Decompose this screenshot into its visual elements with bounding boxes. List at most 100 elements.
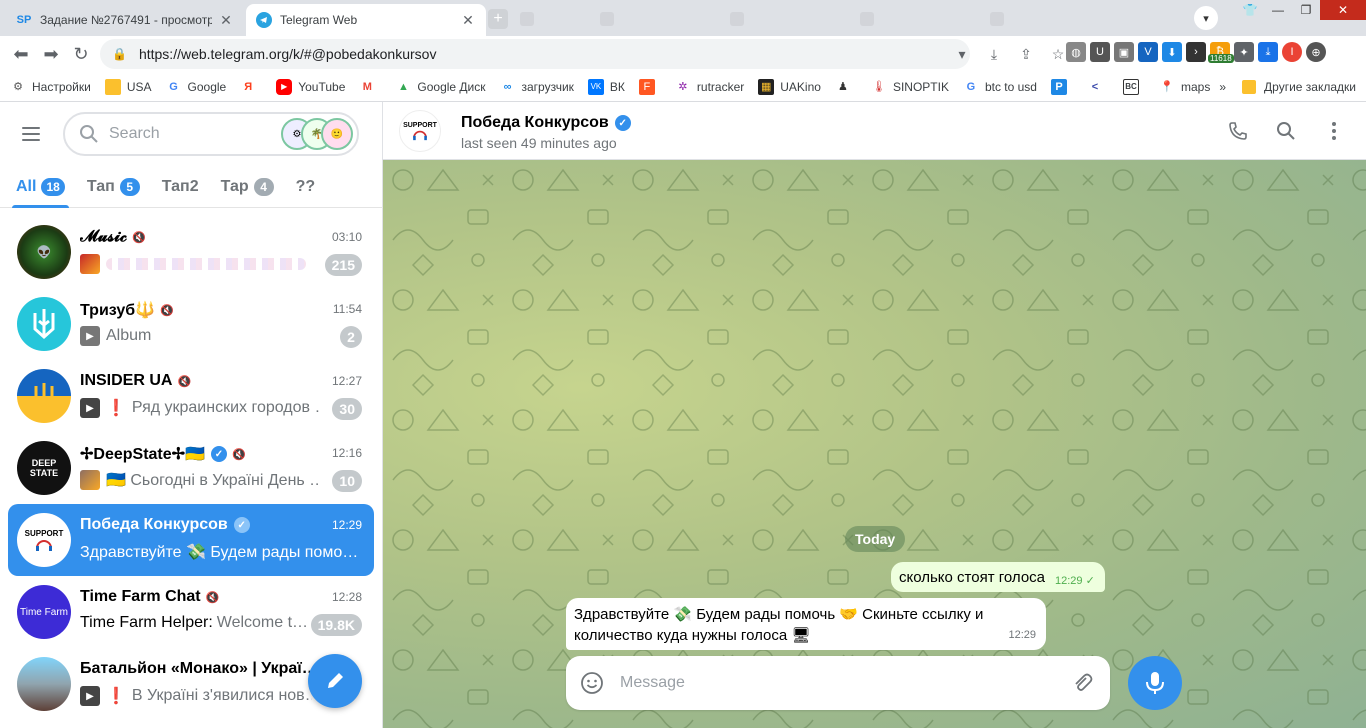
tab-question[interactable]: ??: [296, 166, 316, 208]
stories-avatars[interactable]: ⚙ 🌴 🙂: [281, 118, 353, 150]
bookmark-google[interactable]: G Google: [166, 79, 226, 95]
last-message: В Україні з'явилися нов…: [131, 687, 312, 704]
tab-all[interactable]: All 18: [12, 166, 69, 208]
puzzle-extensions-icon[interactable]: ✦: [1234, 42, 1254, 62]
rutracker-icon: ✲: [678, 81, 688, 93]
tab-telegram[interactable]: Telegram Web ✕: [246, 4, 486, 36]
tab-tap2[interactable]: Тап2: [162, 166, 199, 208]
avatar: DEEP STATE: [17, 441, 71, 495]
more-bookmarks-button[interactable]: »: [1219, 80, 1226, 94]
message-text-line: Здравствуйте 💸 Будем рады помочь 🤝 Скинь…: [574, 606, 984, 623]
message-composer[interactable]: Message: [566, 656, 1110, 710]
verified-icon: ✓: [233, 517, 250, 533]
google-icon: G: [169, 80, 178, 93]
other-bookmarks[interactable]: Другие закладки: [1264, 80, 1356, 94]
shirt-icon[interactable]: 👕: [1236, 0, 1264, 20]
new-message-button[interactable]: [308, 654, 362, 708]
search-icon[interactable]: [1274, 119, 1298, 143]
background-tab[interactable]: [600, 8, 620, 30]
install-icon[interactable]: ⤓: [982, 42, 1006, 66]
forward-button[interactable]: ➡: [36, 39, 66, 69]
tab-tar[interactable]: Тар 4: [221, 166, 274, 208]
chat-item-insider-ua[interactable]: INSIDER UA 🔇 12:27 ▶ ❗ Ряд украинских гор…: [8, 360, 374, 432]
message-input[interactable]: Message: [620, 674, 685, 692]
media-thumbnail: [80, 470, 100, 490]
tab-task[interactable]: SP Задание №2767491 - просмотр з ✕: [6, 4, 244, 36]
background-tab[interactable]: [860, 8, 880, 30]
pencil-icon: [328, 673, 343, 688]
search-input[interactable]: Search ⚙ 🌴 🙂: [63, 112, 359, 156]
close-icon[interactable]: ✕: [218, 12, 234, 28]
background-tab[interactable]: [990, 8, 1010, 30]
incoming-message[interactable]: Здравствуйте 💸 Будем рады помочь 🤝 Скинь…: [566, 598, 1046, 650]
bookmark-bc[interactable]: BC: [1122, 78, 1145, 95]
bookmark-sinoptik[interactable]: 🌡 SINOPTIK: [871, 79, 949, 95]
unread-badge: 2: [340, 326, 362, 348]
address-bar[interactable]: 🔒 https://web.telegram.org/k/#@pobedakon…: [100, 39, 970, 69]
back-button[interactable]: ⬅: [6, 39, 36, 69]
chat-item-pobeda-konkursov[interactable]: SUPPORT Победа Конкурсов ✓ 12:29 Здравств…: [8, 504, 374, 576]
bookmark-f[interactable]: F: [638, 78, 661, 95]
tab-search-chevron-down-icon[interactable]: ▾: [1194, 6, 1218, 30]
tab-tap[interactable]: Тап 5: [87, 166, 140, 208]
downloads-icon[interactable]: ⤓: [1258, 42, 1278, 62]
bookmark-drive[interactable]: ▲ Google Диск: [395, 79, 486, 95]
minimize-button[interactable]: —: [1264, 0, 1292, 20]
restore-button[interactable]: ❐: [1292, 0, 1320, 20]
bookmark-vk[interactable]: VK ВК: [587, 78, 625, 95]
dropdown-icon[interactable]: ▾: [950, 42, 974, 66]
bookmark-arrow[interactable]: <: [1087, 79, 1109, 95]
profile-avatar[interactable]: I: [1282, 42, 1302, 62]
background-tab[interactable]: [520, 8, 540, 30]
chat-header[interactable]: SUPPORT Победа Конкурсов ✓ last seen 49 m…: [383, 102, 1366, 160]
voice-message-button[interactable]: [1128, 656, 1182, 710]
hamburger-menu-icon[interactable]: [22, 122, 50, 146]
arrow-extension-icon[interactable]: ›: [1186, 42, 1206, 62]
microphone-icon: [1146, 672, 1164, 694]
bookmark-uakino[interactable]: ▦ UAKino: [758, 78, 821, 95]
chat-item-tryzub[interactable]: Тризуб🔱 🔇 11:54 ▶ Album 2: [8, 288, 374, 360]
chat-item-deepstate[interactable]: DEEP STATE ✢DeepState✢🇺🇦 ✓ 🔇 12:16 🇺🇦 Сьог…: [8, 432, 374, 504]
background-tab[interactable]: [730, 8, 750, 30]
chat-item-music[interactable]: 👽 𝓜𝓾𝓼𝓲𝓬 🔇 03:10 215: [8, 216, 374, 288]
bookmark-maps[interactable]: 📍 maps: [1159, 79, 1210, 95]
bookmark-downloader[interactable]: ∞ загрузчик: [500, 79, 574, 95]
muted-icon: 🔇: [205, 591, 220, 604]
bookmark-yandex[interactable]: Я: [240, 79, 262, 95]
bookmark-usa[interactable]: USA: [104, 78, 152, 95]
vpn-extension-icon[interactable]: V: [1138, 42, 1158, 62]
emoji-icon[interactable]: [580, 671, 604, 695]
briefcase-extension-icon[interactable]: ▣: [1114, 42, 1134, 62]
bookmark-btc[interactable]: Gbtc to usd: [963, 79, 1037, 95]
bitcoin-extension-icon[interactable]: ₿ 11618: [1208, 42, 1234, 63]
paperclip-icon[interactable]: [1070, 671, 1094, 695]
chat-item-time-farm[interactable]: Time Farm Time Farm Chat 🔇 12:28 Time Far…: [8, 576, 374, 648]
download-extension-icon[interactable]: ⬇: [1162, 42, 1182, 62]
muted-icon: 🔇: [231, 448, 246, 461]
check-icon: ✓: [1085, 574, 1095, 587]
reload-button[interactable]: ↻: [66, 39, 96, 69]
close-window-button[interactable]: ✕: [1320, 0, 1366, 20]
bookmark-rutracker[interactable]: ✲ rutracker: [675, 79, 744, 95]
globe-extension-icon[interactable]: ◍: [1066, 42, 1086, 62]
more-vertical-icon[interactable]: [1322, 119, 1346, 143]
unread-badge: 18: [41, 177, 65, 196]
outgoing-message[interactable]: сколько стоят голоса 12:29 ✓: [891, 562, 1105, 592]
chat-avatar[interactable]: SUPPORT: [399, 110, 441, 152]
phone-icon[interactable]: [1226, 119, 1250, 143]
muted-icon: 🔇: [177, 375, 192, 388]
bookmark-chess[interactable]: ♟: [835, 79, 857, 95]
ublock-extension-icon[interactable]: U: [1090, 42, 1110, 62]
bc-icon: BC: [1122, 78, 1139, 95]
bookmark-settings[interactable]: ⚙ Настройки: [10, 79, 91, 95]
uakino-icon: ▦: [758, 78, 775, 95]
new-tab-button[interactable]: +: [488, 9, 508, 29]
bookmark-p[interactable]: P: [1050, 78, 1073, 95]
telegram-app: Search ⚙ 🌴 🙂 All 18 Тап 5 Тап2 Тар 4 ?? 👽 𝓜…: [0, 102, 1366, 728]
story-avatar[interactable]: 🙂: [321, 118, 353, 150]
share-icon[interactable]: ⇪: [1014, 42, 1038, 66]
close-icon[interactable]: ✕: [460, 12, 476, 28]
bookmark-youtube[interactable]: ▶ YouTube: [276, 78, 345, 95]
bookmark-gmail[interactable]: M: [359, 79, 381, 95]
menu-icon[interactable]: ⊕: [1306, 42, 1326, 62]
